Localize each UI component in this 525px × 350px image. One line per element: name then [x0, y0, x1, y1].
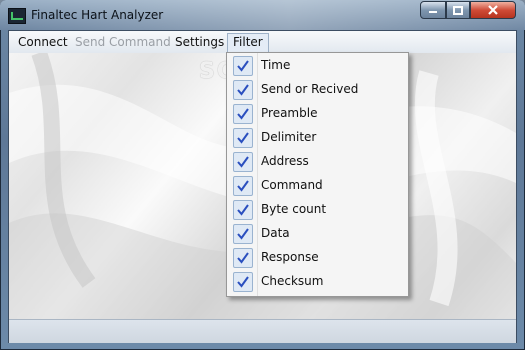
checkmark-icon [233, 80, 253, 100]
close-button[interactable] [470, 1, 516, 19]
filter-item-command[interactable]: Command [227, 174, 408, 198]
window-title: Finaltec Hart Analyzer [31, 8, 164, 22]
checkmark-icon [233, 272, 253, 292]
filter-item-checksum[interactable]: Checksum [227, 270, 408, 294]
close-icon [488, 5, 498, 15]
filter-item-label: Checksum [261, 274, 324, 288]
maximize-icon [453, 5, 463, 15]
maximize-button[interactable] [446, 1, 470, 19]
filter-item-label: Send or Recived [261, 82, 359, 96]
menu-filter[interactable]: Filter [227, 33, 269, 53]
checkmark-icon [233, 128, 253, 148]
filter-item-label: Response [261, 250, 319, 264]
filter-item-response[interactable]: Response [227, 246, 408, 270]
checkmark-icon [233, 56, 253, 76]
status-bar [9, 319, 516, 343]
filter-item-label: Address [261, 154, 309, 168]
checkmark-icon [233, 104, 253, 124]
filter-item-data[interactable]: Data [227, 222, 408, 246]
filter-item-label: Time [261, 58, 291, 72]
title-bar[interactable]: Finaltec Hart Analyzer [0, 0, 525, 30]
filter-item-label: Byte count [261, 202, 327, 216]
menu-bar: Connect Send Command Settings Filter [9, 31, 516, 54]
filter-item-time[interactable]: Time [227, 54, 408, 78]
checkmark-icon [233, 200, 253, 220]
minimize-button[interactable] [420, 1, 446, 19]
app-icon [8, 8, 26, 24]
app-window: Finaltec Hart Analyzer Connect Send Comm… [0, 0, 525, 350]
filter-item-delimiter[interactable]: Delimiter [227, 126, 408, 150]
filter-item-byte-count[interactable]: Byte count [227, 198, 408, 222]
filter-item-label: Data [261, 226, 290, 240]
filter-item-label: Preamble [261, 106, 318, 120]
filter-dropdown-menu: Time Send or Recived Preamble Delimiter … [226, 52, 409, 297]
filter-item-preamble[interactable]: Preamble [227, 102, 408, 126]
filter-item-address[interactable]: Address [227, 150, 408, 174]
filter-item-label: Command [261, 178, 323, 192]
filter-item-label: Delimiter [261, 130, 317, 144]
menu-settings[interactable]: Settings [170, 33, 229, 51]
menu-connect[interactable]: Connect [13, 33, 73, 51]
checkmark-icon [233, 176, 253, 196]
filter-item-send-or-recived[interactable]: Send or Recived [227, 78, 408, 102]
checkmark-icon [233, 152, 253, 172]
checkmark-icon [233, 224, 253, 244]
minimize-icon [429, 11, 437, 13]
menu-send-command: Send Command [75, 35, 171, 49]
checkmark-icon [233, 248, 253, 268]
